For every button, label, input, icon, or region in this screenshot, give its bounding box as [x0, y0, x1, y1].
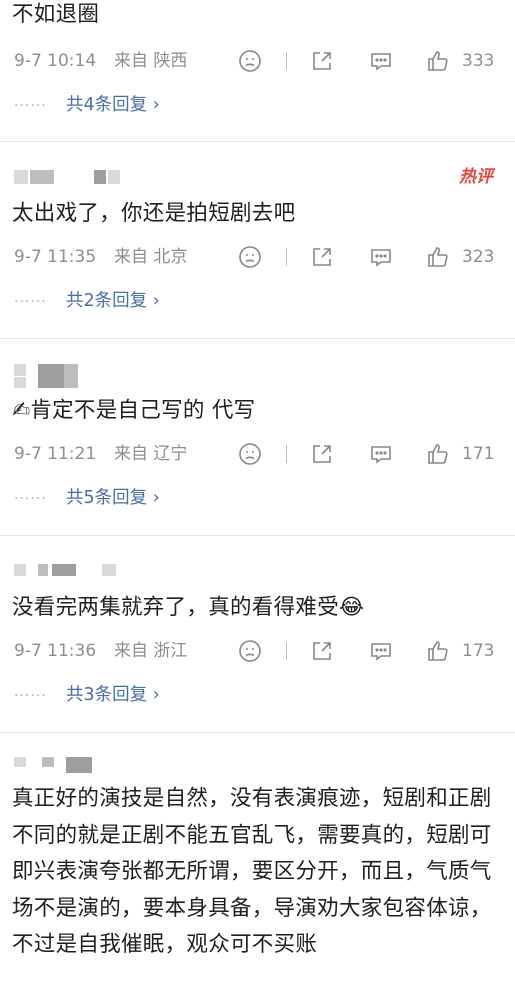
comment-meta: 9-7 11:36 来自 浙江 173: [14, 638, 504, 664]
comment-item: 真正好的演技是自然，没有表演痕迹，短剧和正剧不同的就是正剧不能五官乱飞，需要真的…: [0, 733, 515, 1000]
comment-item: ✍肯定不是自己写的 代写 9-7 11:21 来自 辽宁 171 ······ …: [0, 339, 515, 535]
share-icon[interactable]: [310, 245, 334, 269]
divider: [286, 52, 287, 70]
like-thumb-icon[interactable]: [426, 49, 450, 73]
comment-text: 没看完两集就弃了，真的看得难受😂: [12, 595, 365, 620]
username-blurred[interactable]: [14, 753, 104, 775]
reply-dots: ······: [14, 294, 47, 310]
comment-item: 热评 太出戏了，你还是拍短剧去吧 9-7 11:35 来自 北京 323 ···…: [0, 142, 515, 338]
comment-text: ✍肯定不是自己写的 代写: [12, 398, 256, 423]
comment-icon[interactable]: [369, 49, 393, 73]
reply-link[interactable]: ······ 共2条回复 ›: [14, 288, 160, 314]
reply-link[interactable]: ······ 共3条回复 ›: [14, 682, 160, 708]
like-thumb-icon[interactable]: [426, 639, 450, 663]
share-icon[interactable]: [310, 639, 334, 663]
hot-comment-badge: 热评: [459, 167, 493, 187]
share-icon[interactable]: [310, 442, 334, 466]
reply-count-link[interactable]: 共5条回复 ›: [66, 485, 160, 511]
like-count: 323: [462, 247, 495, 267]
comment-location: 来自 浙江: [114, 641, 188, 661]
comment-icon[interactable]: [369, 639, 393, 663]
comment-text: 不如退圈: [12, 2, 100, 27]
comment-time: 9-7 11:21: [14, 444, 97, 464]
comment-meta: 9-7 11:35 来自 北京 323: [14, 244, 504, 270]
reply-dots: ······: [14, 491, 47, 507]
divider: [286, 445, 287, 463]
comment-time: 9-7 11:35: [14, 247, 97, 267]
comment-location: 来自 陕西: [114, 51, 188, 71]
comment-text: 真正好的演技是自然，没有表演痕迹，短剧和正剧不同的就是正剧不能五官乱飞，需要真的…: [12, 786, 492, 957]
like-thumb-icon[interactable]: [426, 442, 450, 466]
dislike-face-icon[interactable]: [238, 442, 262, 466]
comment-icon[interactable]: [369, 442, 393, 466]
username-blurred[interactable]: [14, 560, 124, 582]
dislike-face-icon[interactable]: [238, 49, 262, 73]
dislike-face-icon[interactable]: [238, 639, 262, 663]
reply-count-link[interactable]: 共4条回复 ›: [66, 92, 160, 118]
comment-item-partial: 不如退圈 9-7 10:14 来自 陕西 333 ······ 共4条回复 ›: [0, 0, 515, 140]
comment-location: 来自 北京: [114, 247, 188, 267]
divider: [286, 642, 287, 660]
reply-link[interactable]: ······ 共4条回复 ›: [14, 92, 160, 118]
like-count: 333: [462, 51, 495, 71]
like-thumb-icon[interactable]: [426, 245, 450, 269]
like-count: 173: [462, 641, 495, 661]
comment-time: 9-7 11:36: [14, 641, 97, 661]
comment-meta: 9-7 10:14 来自 陕西 333: [14, 48, 504, 74]
comment-icon[interactable]: [369, 245, 393, 269]
comment-text: 太出戏了，你还是拍短剧去吧: [12, 201, 296, 226]
like-count: 171: [462, 444, 495, 464]
username-blurred[interactable]: [14, 361, 94, 389]
comment-time: 9-7 10:14: [14, 51, 97, 71]
username-blurred[interactable]: [14, 166, 134, 188]
divider: [286, 248, 287, 266]
reply-count-link[interactable]: 共2条回复 ›: [66, 288, 160, 314]
comment-meta: 9-7 11:21 来自 辽宁 171: [14, 441, 504, 467]
comment-item: 没看完两集就弃了，真的看得难受😂 9-7 11:36 来自 浙江 173 ···…: [0, 536, 515, 732]
reply-link[interactable]: ······ 共5条回复 ›: [14, 485, 160, 511]
reply-dots: ······: [14, 688, 47, 704]
comment-location: 来自 辽宁: [114, 444, 188, 464]
reply-dots: ······: [14, 98, 47, 114]
reply-count-link[interactable]: 共3条回复 ›: [66, 682, 160, 708]
dislike-face-icon[interactable]: [238, 245, 262, 269]
share-icon[interactable]: [310, 49, 334, 73]
